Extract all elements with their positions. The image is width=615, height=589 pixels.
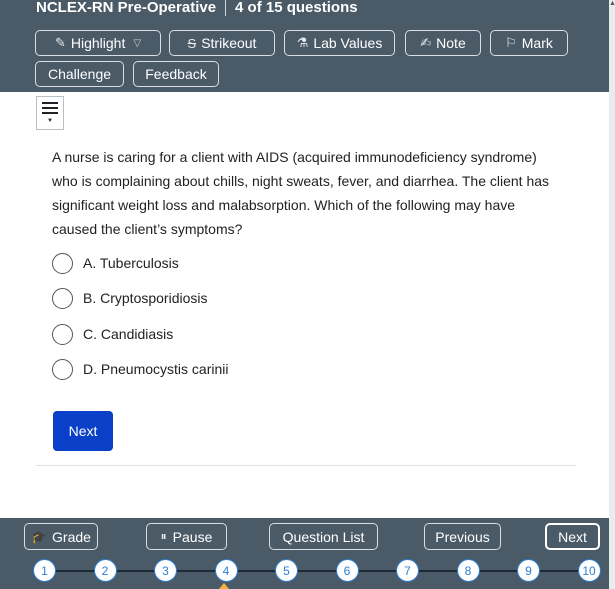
lab-values-button[interactable]: ⚗ Lab Values (284, 30, 395, 56)
header-divider (225, 0, 227, 16)
pause-icon: ⏸ (160, 529, 167, 543)
question-number-3[interactable]: 3 (154, 559, 177, 582)
mark-button[interactable]: ⚐ Mark (490, 30, 568, 56)
submit-next-button[interactable]: Next (53, 411, 113, 451)
radio-button[interactable] (52, 323, 73, 345)
answer-label: C. Candidiasis (83, 326, 174, 342)
strikeout-label: Strikeout (201, 35, 257, 51)
mark-label: Mark (521, 35, 553, 51)
answer-option-d[interactable]: D. Pneumocystis carinii (52, 357, 229, 381)
question-number-5[interactable]: 5 (275, 559, 298, 582)
highlight-button[interactable]: ✎ Highlight ▽ (35, 30, 161, 56)
highlight-label: Highlight (70, 35, 126, 51)
flask-icon: ⚗ (296, 35, 309, 50)
answer-option-a[interactable]: A. Tuberculosis (52, 251, 179, 275)
exam-header: NCLEX-RN Pre-Operative 4 of 15 questions (36, 0, 358, 18)
menu-bar (42, 107, 58, 109)
question-progress-track (44, 570, 579, 572)
question-number-9[interactable]: 9 (517, 559, 540, 582)
previous-button[interactable]: Previous (424, 523, 501, 550)
strikeout-button[interactable]: S Strikeout (169, 30, 275, 56)
lab-values-label: Lab Values (313, 35, 383, 51)
question-progress: 4 of 15 questions (235, 0, 358, 16)
note-icon: ✍ (420, 35, 432, 50)
challenge-button[interactable]: Challenge (35, 61, 124, 87)
menu-bar (42, 102, 58, 104)
question-number-10[interactable]: 10 (577, 559, 601, 582)
content-divider (36, 465, 576, 466)
question-number-6[interactable]: 6 (335, 559, 359, 582)
flag-icon: ⚐ (505, 35, 517, 50)
menu-bar (42, 112, 58, 114)
chevron-down-icon: ▽ (133, 37, 142, 49)
previous-label: Previous (435, 528, 490, 545)
answer-option-b[interactable]: B. Cryptosporidiosis (52, 286, 208, 310)
pause-button[interactable]: ⏸ Pause (146, 523, 227, 550)
radio-button[interactable] (52, 287, 73, 309)
answer-label: A. Tuberculosis (83, 255, 179, 271)
question-list-button[interactable]: Question List (269, 523, 378, 550)
vertical-scrollbar[interactable]: ▲ (609, 0, 615, 589)
answer-label: B. Cryptosporidiosis (83, 290, 208, 306)
scroll-up-icon[interactable]: ▲ (609, 0, 615, 8)
strikethrough-icon: S (187, 35, 197, 51)
answer-label: D. Pneumocystis carinii (83, 361, 229, 377)
next-label: Next (558, 528, 587, 545)
next-button[interactable]: Next (545, 523, 600, 550)
feedback-button[interactable]: Feedback (133, 61, 219, 87)
exam-title: NCLEX-RN Pre-Operative (36, 0, 217, 16)
current-question-marker (219, 583, 229, 589)
challenge-label: Challenge (47, 66, 112, 82)
feedback-label: Feedback (145, 66, 207, 82)
radio-button[interactable] (52, 252, 73, 274)
question-number-1[interactable]: 1 (33, 559, 56, 582)
question-number-7[interactable]: 7 (396, 559, 419, 582)
graduation-cap-icon: 🎓 (31, 529, 47, 544)
question-number-8[interactable]: 8 (456, 559, 480, 582)
grade-label: Grade (52, 528, 91, 545)
radio-button[interactable] (52, 358, 73, 380)
grade-button[interactable]: 🎓 Grade (24, 523, 98, 550)
question-list-label: Question List (282, 528, 365, 545)
top-toolbar: NCLEX-RN Pre-Operative 4 of 15 questions… (0, 0, 609, 92)
pencil-icon: ✎ (54, 35, 66, 50)
note-button[interactable]: ✍ Note (405, 30, 481, 56)
caret-down-icon: ▼ (47, 118, 53, 124)
question-number-4[interactable]: 4 (214, 559, 238, 582)
question-number-2[interactable]: 2 (93, 559, 117, 582)
answer-option-c[interactable]: C. Candidiasis (52, 322, 173, 346)
pause-label: Pause (172, 528, 213, 545)
note-label: Note (436, 35, 466, 51)
menu-toggle-button[interactable]: ▼ (36, 96, 64, 130)
question-text: A nurse is caring for a client with AIDS… (52, 149, 550, 237)
